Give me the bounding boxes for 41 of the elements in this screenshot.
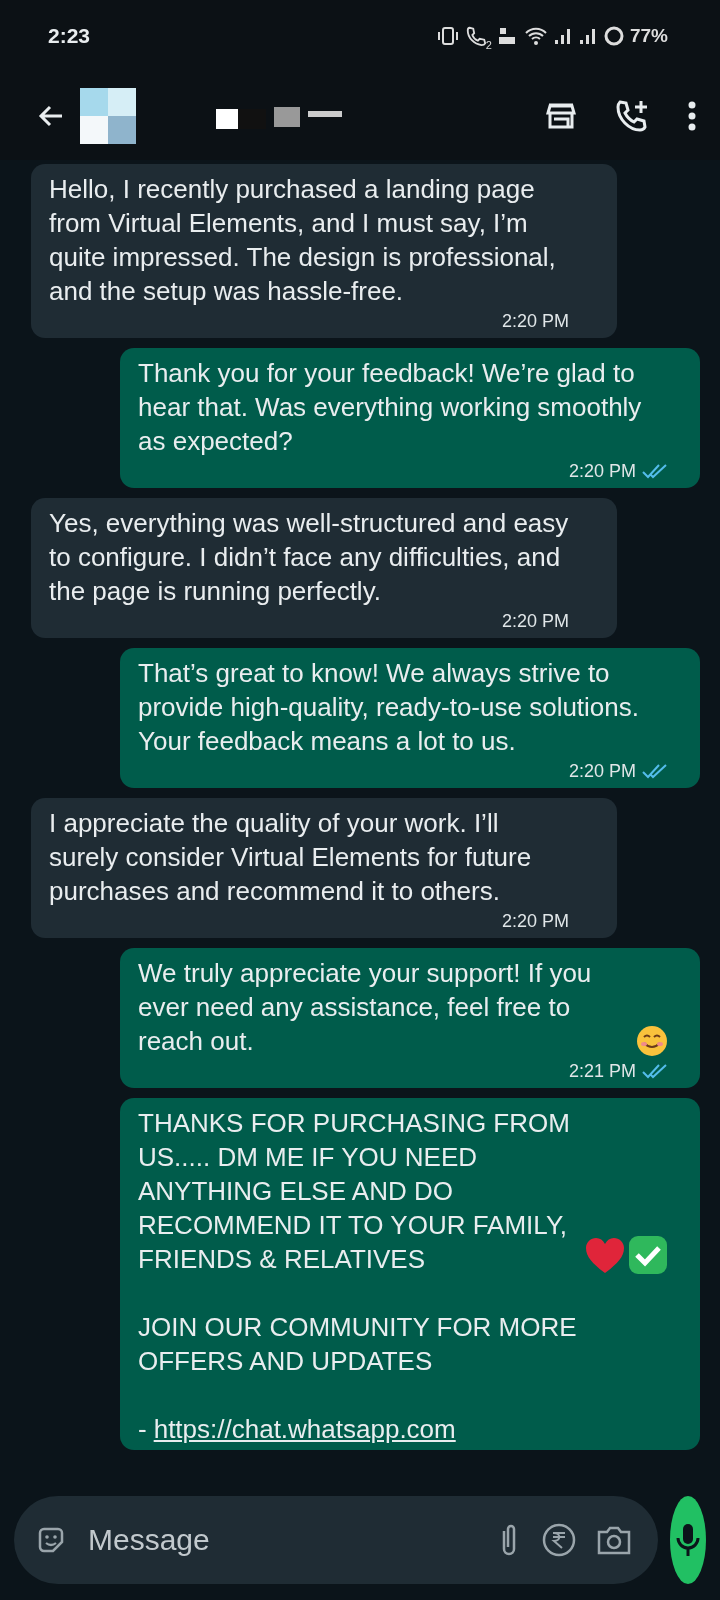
battery-icon (602, 25, 625, 47)
wifi-icon (523, 26, 548, 46)
sim-number: 2 (485, 39, 492, 51)
sent-message-bubble[interactable]: Thank you for your feedback! We’re glad to hear that. Was everything working smoothly as expected? 2:20 PM (120, 348, 700, 488)
sent-message-bubble[interactable]: That’s great to know! We always strive to provide high-quality, ready-to-use solutions. Your feedback means a lot to us. 2:20 PM (120, 648, 700, 788)
received-message-bubble[interactable]: Hello, I recently purchased a landing page from Virtual Elements, and I must say, I’m quite impressed. The design is professional, and the setup was hassle-free. 2:20 PM (31, 164, 617, 338)
smiling-face-icon (636, 1025, 668, 1057)
rupee-payment-icon[interactable] (542, 1523, 576, 1557)
message-text: - (138, 1413, 147, 1446)
sticker-icon[interactable] (36, 1525, 66, 1555)
camera-icon[interactable] (596, 1524, 632, 1556)
message-time: 2:20 PM (501, 610, 569, 633)
message-time: 2:20 PM (568, 460, 636, 483)
status-time: 2:23 (48, 24, 91, 48)
message-time: 2:20 PM (501, 910, 569, 933)
message-text: We truly appreciate your support! If you ever need any assistance, feel free to reach out. (138, 957, 593, 1058)
received-message-bubble[interactable]: I appreciate the quality of your work. I’ll surely consider Virtual Elements for future purchases and recommend it to others. 2:20 PM (31, 798, 617, 938)
message-time: 2:20 PM (568, 760, 636, 783)
message-text: Yes, everything was well-structured and easy to configure. I didn’t face any difficulties, and the page is running perfectly. (49, 507, 569, 608)
message-time: 2:20 PM (501, 310, 569, 333)
received-message-bubble[interactable]: Yes, everything was well-structured and easy to configure. I didn’t face any difficulties, and the page is running perfectly. 2:20 PM (31, 498, 617, 638)
message-link[interactable]: https://chat.whatsapp.com (153, 1412, 456, 1446)
message-text: JOIN OUR COMMUNITY FOR MORE OFFERS AND UPDATES (138, 1311, 578, 1378)
sent-message-bubble[interactable]: We truly appreciate your support! If you ever need any assistance, feel free to reach out. 2:21 PM (120, 948, 700, 1088)
call-icon (464, 25, 487, 47)
message-text: That’s great to know! We always strive to provide high-quality, ready-to-use solutions. Your feedback means a lot to us. (138, 657, 640, 758)
message-text: Thank you for your feedback! We’re glad to hear that. Was everything working smoothly as expected? (138, 357, 643, 458)
message-input[interactable]: Message (86, 1522, 476, 1558)
check-mark-icon (628, 1235, 668, 1275)
signal-icon (577, 26, 598, 46)
sent-message-bubble[interactable]: THANKS FOR PURCHASING FROM US..... DM ME IF YOU NEED ANYTHING ELSE AND DO RECOMMEND IT TO YOUR FAMILY, FRIENDS & RELATIVES JOIN OUR COMMUNITY FOR MORE OFFERS AND UPDATES - https://chat.whatsapp.com (120, 1098, 700, 1450)
more-options-icon[interactable] (686, 100, 698, 132)
heart-icon (585, 1237, 625, 1275)
message-text: THANKS FOR PURCHASING FROM US..... DM ME IF YOU NEED ANYTHING ELSE AND DO RECOMMEND IT TO YOUR FAMILY, FRIENDS & RELATIVES (138, 1107, 571, 1276)
vibrate-icon (435, 26, 460, 46)
message-text: Hello, I recently purchased a landing page from Virtual Elements, and I must say, I’m quite impressed. The design is professional, and the setup was hassle-free. (49, 173, 557, 308)
message-time: 2:21 PM (568, 1060, 636, 1083)
battery-percent: 77% (629, 25, 668, 47)
signal-icon (552, 26, 573, 46)
add-call-icon[interactable] (614, 98, 650, 134)
message-text: I appreciate the quality of your work. I’ll surely consider Virtual Elements for future purchases and recommend it to others. (49, 807, 533, 908)
